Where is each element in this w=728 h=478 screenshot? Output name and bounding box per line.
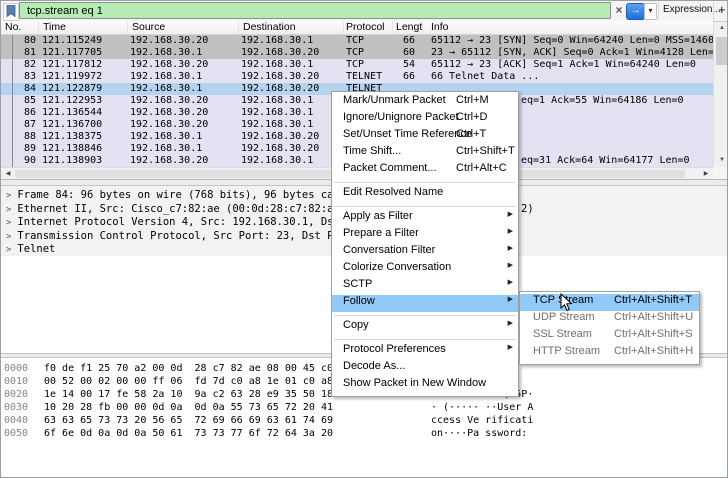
- shortcut-label: Ctrl+Alt+Shift+H: [614, 345, 693, 357]
- column-header-no[interactable]: No.: [1, 21, 39, 34]
- shortcut-label: Ctrl+Alt+C: [456, 162, 507, 174]
- column-header-length[interactable]: Length: [393, 21, 423, 34]
- shortcut-label: Ctrl+D: [456, 111, 487, 123]
- menu-separator: [334, 315, 516, 316]
- menu-item-set-unset-time-reference[interactable]: Set/Unset Time ReferenceCtrl+T: [332, 128, 518, 145]
- hex-row[interactable]: 00506f 6e 0d 0a 0d 0a 50 61 73 73 77 6f …: [1, 428, 333, 441]
- shortcut-label: Ctrl+Shift+T: [456, 145, 515, 157]
- submenu-item-ssl-stream: SSL StreamCtrl+Alt+Shift+S: [520, 328, 699, 345]
- menu-item-mark-unmark-packet[interactable]: Mark/Unmark PacketCtrl+M: [332, 94, 518, 111]
- menu-item-ignore-unignore-packet[interactable]: Ignore/Unignore PacketCtrl+D: [332, 111, 518, 128]
- hex-row[interactable]: 0000f0 de f1 25 70 a2 00 0d 28 c7 82 ae …: [1, 363, 333, 376]
- menu-item-conversation-filter[interactable]: Conversation Filter: [332, 244, 518, 261]
- packet-list-header: No. Time Source Destination Protocol Len…: [1, 21, 713, 35]
- add-filter-button[interactable]: +: [718, 2, 726, 17]
- column-header-source[interactable]: Source: [128, 21, 239, 34]
- scroll-down-icon[interactable]: ▼: [714, 154, 728, 167]
- mouse-cursor-icon: [560, 293, 573, 317]
- menu-item-follow[interactable]: Follow: [332, 295, 518, 312]
- detail-hidden-fragment: 2): [521, 203, 534, 215]
- related-packets-line: [12, 35, 13, 167]
- toolbar-divider: [658, 2, 659, 20]
- clear-filter-icon[interactable]: ×: [613, 3, 625, 18]
- wireshark-window: × → ▾ Expression... + No. Time Source De…: [0, 0, 728, 478]
- menu-item-copy[interactable]: Copy: [332, 319, 518, 336]
- shortcut-label: Ctrl+Alt+Shift+U: [614, 311, 693, 323]
- detail-ip-line[interactable]: Internet Protocol Version 4, Src: 192.16…: [6, 216, 359, 230]
- menu-separator: [334, 182, 516, 183]
- filter-bookmark-button[interactable]: [3, 3, 19, 21]
- bookmark-icon: [6, 5, 16, 17]
- menu-separator: [334, 206, 516, 207]
- column-header-destination[interactable]: Destination: [239, 21, 344, 34]
- menu-item-colorize-conversation[interactable]: Colorize Conversation: [332, 261, 518, 278]
- detail-telnet-line[interactable]: Telnet: [6, 243, 55, 257]
- hex-row[interactable]: 001000 52 00 02 00 00 ff 06 fd 7d c0 a8 …: [1, 376, 333, 389]
- menu-item-show-packet-in-new-window[interactable]: Show Packet in New Window: [332, 377, 518, 394]
- filter-dropdown-caret[interactable]: ▾: [644, 3, 657, 20]
- shortcut-label: Ctrl+M: [456, 94, 489, 106]
- submenu-item-tcp-stream[interactable]: TCP StreamCtrl+Alt+Shift+T: [520, 294, 699, 311]
- packet-context-menu: Mark/Unmark PacketCtrl+M Ignore/Unignore…: [331, 91, 519, 397]
- vertical-scrollbar[interactable]: ▲ ▼: [713, 22, 728, 167]
- info-fragment: eq=1 Ack=55 Win=64186 Len=0: [521, 95, 684, 107]
- scrollbar-corner: [713, 167, 728, 179]
- menu-item-prepare-a-filter[interactable]: Prepare a Filter: [332, 227, 518, 244]
- menu-item-protocol-preferences[interactable]: Protocol Preferences: [332, 343, 518, 360]
- info-fragment: eq=31 Ack=64 Win=64177 Len=0: [521, 155, 690, 167]
- menu-item-sctp[interactable]: SCTP: [332, 278, 518, 295]
- hex-row[interactable]: 004063 63 65 73 73 20 56 65 72 69 66 69 …: [1, 415, 333, 428]
- hex-row[interactable]: 00201e 14 00 17 fe 58 2a 10 9a c2 63 28 …: [1, 389, 333, 402]
- column-header-time[interactable]: Time: [39, 21, 128, 34]
- menu-item-time-shift[interactable]: Time Shift...Ctrl+Shift+T: [332, 145, 518, 162]
- vertical-scroll-thumb[interactable]: [716, 37, 728, 65]
- filter-toolbar: × → ▾ Expression... +: [1, 1, 728, 22]
- apply-filter-button[interactable]: →: [626, 3, 645, 20]
- menu-item-edit-resolved-name[interactable]: Edit Resolved Name: [332, 186, 518, 203]
- table-row[interactable]: 81121.117705192.168.30.1192.168.30.20TCP…: [1, 47, 713, 59]
- column-header-protocol[interactable]: Protocol: [344, 21, 393, 34]
- detail-frame-line[interactable]: Frame 84: 96 bytes on wire (768 bits), 9…: [6, 189, 359, 203]
- menu-item-decode-as[interactable]: Decode As...: [332, 360, 518, 377]
- toolbar-divider: [713, 2, 714, 20]
- table-row[interactable]: 80121.115249192.168.30.20192.168.30.1TCP…: [1, 35, 713, 47]
- column-header-info[interactable]: Info: [423, 21, 713, 34]
- hex-row[interactable]: 003010 20 28 fb 00 00 0d 0a 0d 0a 55 73 …: [1, 402, 333, 415]
- table-row[interactable]: 83121.119972192.168.30.1192.168.30.20TEL…: [1, 71, 713, 83]
- menu-item-apply-as-filter[interactable]: Apply as Filter: [332, 210, 518, 227]
- submenu-item-http-stream: HTTP StreamCtrl+Alt+Shift+H: [520, 345, 699, 362]
- menu-item-packet-comment[interactable]: Packet Comment...Ctrl+Alt+C: [332, 162, 518, 179]
- display-filter-input[interactable]: [19, 2, 611, 19]
- shortcut-label: Ctrl+T: [456, 128, 486, 140]
- shortcut-label: Ctrl+Alt+Shift+T: [614, 294, 692, 306]
- submenu-item-udp-stream: UDP StreamCtrl+Alt+Shift+U: [520, 311, 699, 328]
- table-row[interactable]: 82121.117812192.168.30.20192.168.30.1TCP…: [1, 59, 713, 71]
- shortcut-label: Ctrl+Alt+Shift+S: [614, 328, 693, 340]
- menu-separator: [334, 339, 516, 340]
- scroll-up-icon[interactable]: ▲: [714, 22, 728, 35]
- detail-tcp-line[interactable]: Transmission Control Protocol, Src Port:…: [6, 230, 359, 244]
- detail-ethernet-line[interactable]: Ethernet II, Src: Cisco_c7:82:ae (00:0d:…: [6, 203, 352, 217]
- follow-submenu: TCP StreamCtrl+Alt+Shift+T UDP StreamCtr…: [519, 291, 700, 365]
